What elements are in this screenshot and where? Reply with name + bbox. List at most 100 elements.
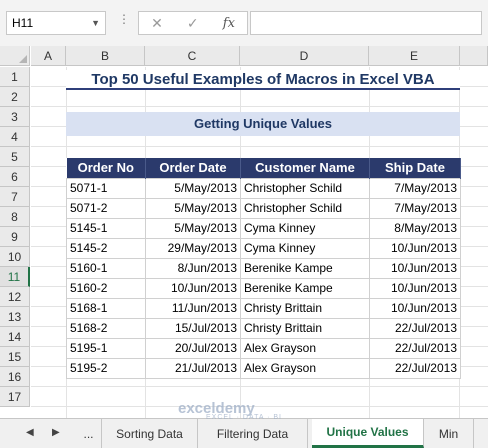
cell-ship-date[interactable]: 8/May/2013	[369, 217, 461, 239]
select-all-button[interactable]	[0, 46, 30, 66]
row-header-13[interactable]: 13	[0, 307, 30, 327]
table-row: 5071-1 5/May/2013 Christopher Schild 7/May/…	[66, 177, 461, 199]
tab-unique-values[interactable]: Unique Values	[312, 419, 424, 448]
table-row: 5160-1 8/Jun/2013 Berenike Kampe 10/Jun/201…	[66, 257, 461, 279]
table-row: 5195-2 21/Jul/2013 Alex Grayson 22/Jul/2013	[66, 357, 461, 379]
cell-order-no[interactable]: 5071-2	[66, 197, 146, 219]
cell-customer-name[interactable]: Christy Brittain	[240, 297, 370, 319]
name-box[interactable]: H11 ▼	[6, 11, 106, 35]
table-row: 5071-2 5/May/2013 Christopher Schild 7/May/…	[66, 197, 461, 219]
table-row: 5168-2 15/Jul/2013 Christy Brittain 22/Jul/…	[66, 317, 461, 339]
row-header-17[interactable]: 17	[0, 387, 30, 407]
cell-order-no[interactable]: 5168-1	[66, 297, 146, 319]
cell-ship-date[interactable]: 10/Jun/2013	[369, 277, 461, 299]
formula-bar-grip-icon: ⋮	[118, 12, 130, 26]
formula-tools: ✕ ✓ fx	[138, 11, 248, 35]
cell-customer-name[interactable]: Berenike Kampe	[240, 257, 370, 279]
row-header-8[interactable]: 8	[0, 207, 30, 227]
cell-ship-date[interactable]: 22/Jul/2013	[369, 317, 461, 339]
cell-ship-date[interactable]: 22/Jul/2013	[369, 337, 461, 359]
tab-min[interactable]: Min	[424, 419, 474, 448]
cell-order-date[interactable]: 5/May/2013	[145, 217, 241, 239]
cell-customer-name[interactable]: Cyma Kinney	[240, 237, 370, 259]
row-header-2[interactable]: 2	[0, 87, 30, 107]
table-row: 5145-2 29/May/2013 Cyma Kinney 10/Jun/2013	[66, 237, 461, 259]
row-header-14[interactable]: 14	[0, 327, 30, 347]
cell-order-date[interactable]: 10/Jun/2013	[145, 277, 241, 299]
table-row: 5195-1 20/Jul/2013 Alex Grayson 22/Jul/2013	[66, 337, 461, 359]
row-header-16[interactable]: 16	[0, 367, 30, 387]
column-header-b[interactable]: B	[66, 46, 145, 66]
row-header-7[interactable]: 7	[0, 187, 30, 207]
row-header-15[interactable]: 15	[0, 347, 30, 367]
cancel-icon[interactable]: ✕	[151, 15, 163, 32]
column-header-c[interactable]: C	[145, 46, 240, 66]
cell-order-date[interactable]: 5/May/2013	[145, 177, 241, 199]
header-customer-name[interactable]: Customer Name	[240, 158, 370, 178]
cell-customer-name[interactable]: Christopher Schild	[240, 197, 370, 219]
row-header-12[interactable]: 12	[0, 287, 30, 307]
cell-customer-name[interactable]: Alex Grayson	[240, 357, 370, 379]
cell-order-date[interactable]: 29/May/2013	[145, 237, 241, 259]
cell-order-no[interactable]: 5195-1	[66, 337, 146, 359]
row-header-4[interactable]: 4	[0, 127, 30, 147]
cell-customer-name[interactable]: Christopher Schild	[240, 177, 370, 199]
cell-order-no[interactable]: 5160-1	[66, 257, 146, 279]
formula-input[interactable]	[250, 11, 482, 35]
cell-ship-date[interactable]: 7/May/2013	[369, 177, 461, 199]
column-header-d[interactable]: D	[240, 46, 369, 66]
cell-order-date[interactable]: 8/Jun/2013	[145, 257, 241, 279]
cell-order-no[interactable]: 5145-1	[66, 217, 146, 239]
cell-order-no[interactable]: 5195-2	[66, 357, 146, 379]
row-header-1[interactable]: 1	[0, 67, 30, 87]
section-subtitle: Getting Unique Values	[66, 112, 460, 136]
tab-sorting-data[interactable]: Sorting Data	[102, 419, 198, 448]
row-header-10[interactable]: 10	[0, 247, 30, 267]
header-order-date[interactable]: Order Date	[145, 158, 241, 178]
cell-order-date[interactable]: 15/Jul/2013	[145, 317, 241, 339]
cell-ship-date[interactable]: 10/Jun/2013	[369, 297, 461, 319]
cell-order-date[interactable]: 5/May/2013	[145, 197, 241, 219]
enter-icon[interactable]: ✓	[187, 15, 199, 32]
cell-order-no[interactable]: 5160-2	[66, 277, 146, 299]
cell-order-no[interactable]: 5168-2	[66, 317, 146, 339]
row-header-11[interactable]: 11	[0, 267, 30, 287]
insert-function-icon[interactable]: fx	[223, 16, 235, 31]
cell-order-no[interactable]: 5145-2	[66, 237, 146, 259]
scroll-right-icon[interactable]: ▶	[52, 427, 60, 438]
watermark-tagline: EXCEL · DATA · BI	[206, 414, 282, 421]
row-header-5[interactable]: 5	[0, 147, 30, 167]
row-header-9[interactable]: 9	[0, 227, 30, 247]
table-row: 5160-2 10/Jun/2013 Berenike Kampe 10/Jun/20…	[66, 277, 461, 299]
cell-order-no[interactable]: 5071-1	[66, 177, 146, 199]
column-header-f[interactable]	[460, 46, 488, 66]
spreadsheet-grid: A B C D E 1 2 3 4 5 6 7 8 9 10 11 12 13 14 15 16 17 Top …	[0, 46, 488, 418]
header-order-no[interactable]: Order No	[66, 158, 146, 178]
table-header-row: Order No Order Date Customer Name Ship D…	[66, 158, 461, 178]
cell-order-date[interactable]: 11/Jun/2013	[145, 297, 241, 319]
row-header-3[interactable]: 3	[0, 107, 30, 127]
row-header-6[interactable]: 6	[0, 167, 30, 187]
column-header-a[interactable]: A	[31, 46, 66, 66]
cell-order-date[interactable]: 20/Jul/2013	[145, 337, 241, 359]
scroll-left-icon[interactable]: ◀	[26, 427, 34, 438]
cell-ship-date[interactable]: 7/May/2013	[369, 197, 461, 219]
cell-ship-date[interactable]: 10/Jun/2013	[369, 237, 461, 259]
cell-ship-date[interactable]: 10/Jun/2013	[369, 257, 461, 279]
tab-filtering-data[interactable]: Filtering Data	[198, 419, 308, 448]
cell-customer-name[interactable]: Berenike Kampe	[240, 277, 370, 299]
more-tabs-button[interactable]: ...	[76, 419, 102, 448]
table-row: 5145-1 5/May/2013 Cyma Kinney 8/May/2013	[66, 217, 461, 239]
cell-customer-name[interactable]: Christy Brittain	[240, 317, 370, 339]
cell-customer-name[interactable]: Cyma Kinney	[240, 217, 370, 239]
header-ship-date[interactable]: Ship Date	[369, 158, 461, 178]
cell-order-date[interactable]: 21/Jul/2013	[145, 357, 241, 379]
cell-customer-name[interactable]: Alex Grayson	[240, 337, 370, 359]
table-row: 5168-1 11/Jun/2013 Christy Brittain 10/Jun/…	[66, 297, 461, 319]
formula-bar: H11 ▼ ⋮ ✕ ✓ fx	[0, 0, 488, 46]
orders-table: Order No Order Date Customer Name Ship D…	[66, 158, 461, 379]
page-title: Top 50 Useful Examples of Macros in Exce…	[66, 70, 460, 90]
cell-ship-date[interactable]: 22/Jul/2013	[369, 357, 461, 379]
chevron-down-icon[interactable]: ▼	[91, 18, 100, 28]
column-header-e[interactable]: E	[369, 46, 460, 66]
